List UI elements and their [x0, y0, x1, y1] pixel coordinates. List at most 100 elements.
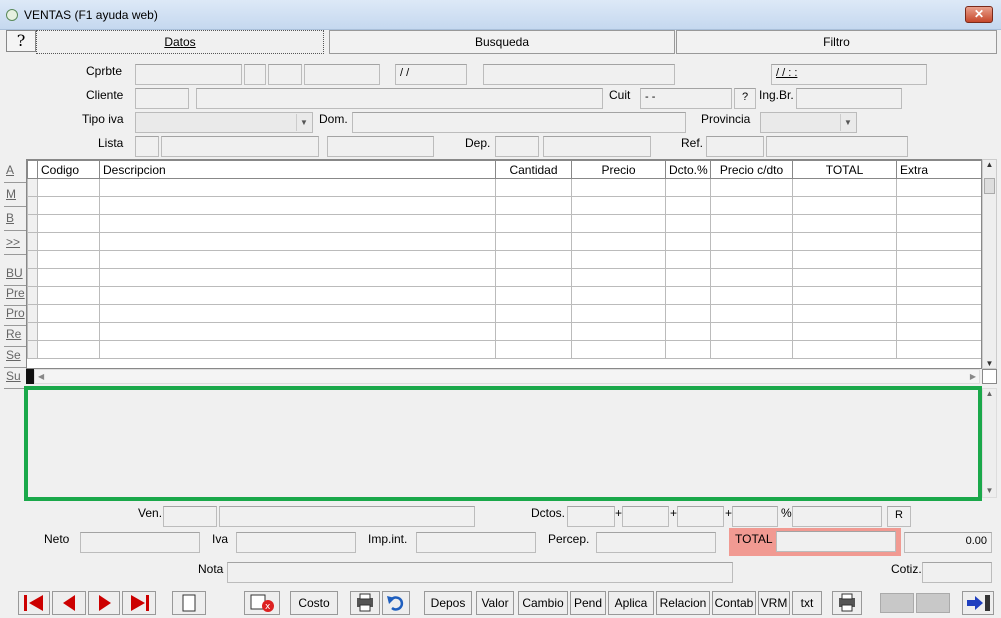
close-button[interactable]: ✕	[965, 6, 993, 23]
table-cell[interactable]	[27, 268, 38, 287]
table-cell[interactable]	[27, 322, 38, 341]
table-row[interactable]	[27, 340, 981, 359]
table-cell[interactable]	[37, 304, 100, 323]
r-button[interactable]: R	[887, 506, 911, 527]
table-cell[interactable]	[571, 196, 666, 215]
exit-button[interactable]	[962, 591, 994, 615]
dep-code-field[interactable]	[495, 136, 539, 157]
table-cell[interactable]	[27, 232, 38, 251]
col-precio[interactable]: Precio	[571, 160, 666, 179]
table-row[interactable]	[27, 286, 981, 305]
table-cell[interactable]	[710, 214, 793, 233]
vrm-button[interactable]: VRM	[758, 591, 790, 615]
table-cell[interactable]	[792, 268, 897, 287]
table-cell[interactable]	[571, 286, 666, 305]
cuit-field[interactable]: - -	[640, 88, 732, 109]
table-cell[interactable]	[571, 178, 666, 197]
table-cell[interactable]	[896, 178, 981, 197]
tab-filtro[interactable]: Filtro	[676, 30, 997, 54]
dcto4-field[interactable]	[732, 506, 778, 527]
col-dcto[interactable]: Dcto.%	[665, 160, 711, 179]
table-cell[interactable]	[665, 214, 711, 233]
undo-button[interactable]	[382, 591, 410, 615]
table-cell[interactable]	[710, 178, 793, 197]
table-cell[interactable]	[37, 286, 100, 305]
help-button[interactable]: ?	[6, 30, 36, 52]
table-cell[interactable]	[896, 196, 981, 215]
table-cell[interactable]	[710, 286, 793, 305]
print-alt-button[interactable]	[832, 591, 862, 615]
valor-button[interactable]: Valor	[476, 591, 514, 615]
table-cell[interactable]	[896, 214, 981, 233]
ref-field[interactable]	[706, 136, 764, 157]
aplica-button[interactable]: Aplica	[608, 591, 654, 615]
table-cell[interactable]	[665, 340, 711, 359]
impint-field[interactable]	[416, 532, 536, 553]
table-row[interactable]	[27, 232, 981, 251]
table-cell[interactable]	[665, 232, 711, 251]
side-button[interactable]: Su	[4, 369, 26, 389]
table-cell[interactable]	[495, 196, 572, 215]
col-descripcion[interactable]: Descripcion	[99, 160, 496, 179]
table-cell[interactable]	[99, 286, 496, 305]
table-cell[interactable]	[665, 304, 711, 323]
table-row[interactable]	[27, 196, 981, 215]
table-cell[interactable]	[27, 304, 38, 323]
table-cell[interactable]	[710, 268, 793, 287]
last-record-button[interactable]	[122, 591, 156, 615]
datetime-field[interactable]: / / : :	[771, 64, 927, 85]
table-cell[interactable]	[99, 214, 496, 233]
table-cell[interactable]	[99, 322, 496, 341]
table-cell[interactable]	[495, 178, 572, 197]
table-cell[interactable]	[571, 268, 666, 287]
table-cell[interactable]	[495, 250, 572, 269]
table-row[interactable]	[27, 178, 981, 197]
table-cell[interactable]	[27, 178, 38, 197]
table-cell[interactable]	[710, 322, 793, 341]
table-cell[interactable]	[571, 250, 666, 269]
grid-vertical-scrollbar[interactable]: ▲ ▼	[982, 159, 997, 369]
scroll-up-icon[interactable]: ▲	[983, 389, 996, 398]
table-cell[interactable]	[710, 304, 793, 323]
table-cell[interactable]	[710, 340, 793, 359]
scroll-left-icon[interactable]: ◀	[38, 372, 44, 381]
txt-button[interactable]: txt	[792, 591, 822, 615]
items-grid[interactable]: Codigo Descripcion Cantidad Precio Dcto.…	[26, 159, 982, 369]
cliente-code-field[interactable]	[135, 88, 189, 109]
table-cell[interactable]	[571, 214, 666, 233]
table-cell[interactable]	[99, 340, 496, 359]
table-cell[interactable]	[571, 232, 666, 251]
scroll-thumb[interactable]	[984, 178, 995, 194]
table-cell[interactable]	[665, 286, 711, 305]
table-cell[interactable]	[37, 214, 100, 233]
table-cell[interactable]	[792, 250, 897, 269]
col-total[interactable]: TOTAL	[792, 160, 897, 179]
table-cell[interactable]	[896, 232, 981, 251]
table-cell[interactable]	[896, 322, 981, 341]
table-cell[interactable]	[792, 286, 897, 305]
cotiz-field[interactable]	[922, 562, 992, 583]
notes-scrollbar[interactable]: ▲ ▼	[982, 388, 997, 498]
ref-extra-field[interactable]	[766, 136, 908, 157]
scroll-right-icon[interactable]: ▶	[970, 372, 976, 381]
ven-name-field[interactable]	[219, 506, 475, 527]
table-cell[interactable]	[27, 286, 38, 305]
side-button[interactable]: >>	[4, 235, 26, 255]
table-cell[interactable]	[792, 178, 897, 197]
table-cell[interactable]	[495, 304, 572, 323]
table-cell[interactable]	[896, 250, 981, 269]
side-button[interactable]: A	[4, 163, 26, 183]
dcto2-field[interactable]	[622, 506, 669, 527]
table-cell[interactable]	[665, 268, 711, 287]
cliente-name-field[interactable]	[196, 88, 603, 109]
cprbte-type-field[interactable]	[135, 64, 242, 85]
total-field[interactable]	[776, 531, 896, 552]
table-row[interactable]	[27, 214, 981, 233]
side-button[interactable]: Pro	[4, 306, 26, 326]
tab-datos[interactable]: Datos	[36, 30, 324, 54]
dep-name-field[interactable]	[543, 136, 651, 157]
table-cell[interactable]	[99, 178, 496, 197]
table-cell[interactable]	[99, 232, 496, 251]
table-row[interactable]	[27, 304, 981, 323]
cprbte-pos-field[interactable]	[268, 64, 302, 85]
